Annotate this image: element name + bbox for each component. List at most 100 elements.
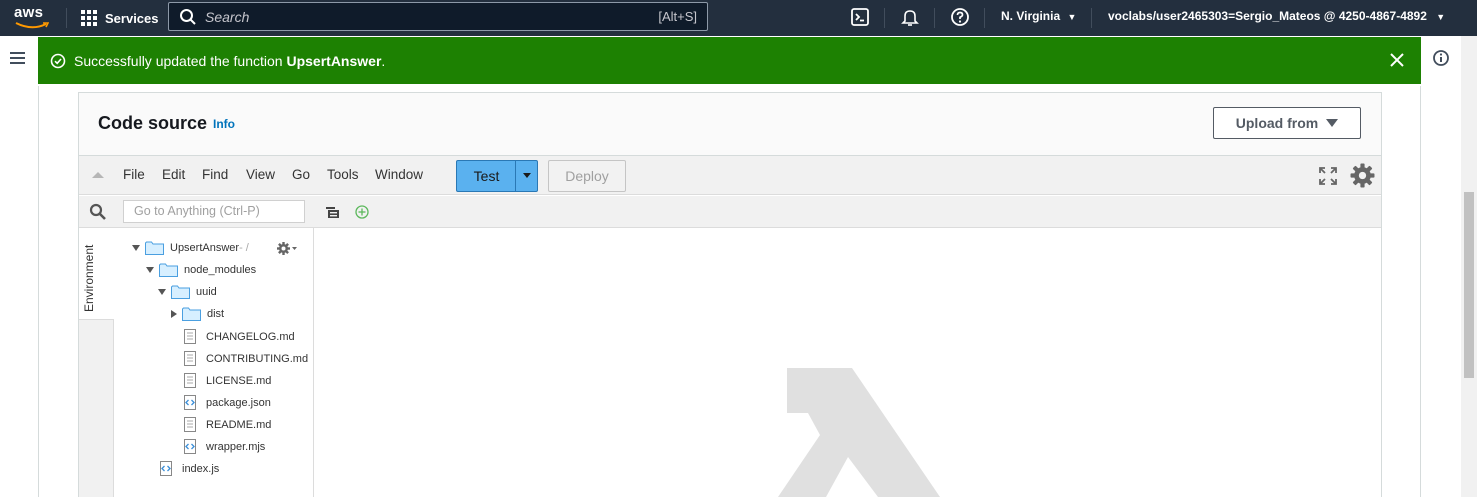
preferences-gear-icon[interactable] [1350, 163, 1375, 188]
tree-item-label: package.json [206, 396, 271, 409]
test-button-divider [515, 161, 516, 191]
search-shortcut: [Alt+S] [658, 9, 697, 24]
account-menu[interactable]: voclabs/user2465303=Sergio_Mateos @ 4250… [1108, 9, 1445, 23]
menu-view[interactable]: View [246, 167, 275, 182]
nav-divider [984, 8, 985, 28]
text-file-icon [184, 351, 196, 366]
services-grid-icon [81, 9, 98, 27]
tree-item-label: CHANGELOG.md [206, 330, 295, 343]
tree-item-node-modules[interactable]: node_modules [146, 263, 256, 277]
collapse-panel-icon[interactable] [92, 172, 104, 178]
menu-edit[interactable]: Edit [162, 167, 185, 182]
region-selector[interactable]: N. Virginia ▼ [1001, 9, 1076, 23]
tab-list-icon[interactable] [326, 207, 339, 218]
flash-message-prefix: Successfully updated the function [74, 52, 287, 69]
tree-item-label: dist [207, 308, 225, 320]
new-tab-plus-icon[interactable] [355, 205, 369, 219]
tree-item-label: CONTRIBUTING.md [206, 352, 309, 365]
services-menu-button[interactable]: Services [81, 8, 159, 28]
text-file-icon [184, 373, 196, 388]
side-nav-menu-icon[interactable] [10, 52, 25, 64]
cloudshell-icon[interactable] [850, 7, 870, 27]
fullscreen-icon[interactable] [1319, 167, 1337, 185]
code-file-icon [184, 439, 196, 454]
aws-smile-icon [15, 22, 49, 29]
folder-icon [159, 263, 178, 277]
flash-function-name: UpsertAnswer [286, 52, 382, 69]
success-flash-banner: Successfully updated the function Upsert… [38, 37, 1421, 84]
lambda-watermark-icon [778, 368, 940, 497]
aws-logo-text: aws [14, 4, 44, 21]
collapsed-arrow-icon[interactable] [171, 310, 177, 318]
tree-item-index-js[interactable]: index.js [160, 461, 219, 476]
tree-item-upsertanswer[interactable]: UpsertAnswer - / [132, 241, 249, 255]
success-check-icon [50, 53, 66, 68]
nav-divider [66, 8, 67, 28]
folder-icon [145, 241, 164, 255]
help-icon[interactable] [950, 7, 970, 27]
account-label: voclabs/user2465303=Sergio_Mateos @ 4250… [1108, 9, 1427, 23]
caret-down-icon [1326, 119, 1339, 127]
tree-item-label: LICENSE.md [206, 374, 272, 387]
tree-item-dist[interactable]: dist [171, 307, 224, 321]
text-file-icon [184, 417, 196, 432]
goto-anything-input[interactable]: Go to Anything (Ctrl-P) [123, 200, 305, 223]
editor-tab-bar [314, 196, 1381, 228]
text-file-icon [184, 329, 196, 344]
search-placeholder: Search [205, 8, 250, 25]
expand-arrow-icon[interactable] [158, 289, 166, 295]
tree-item-label: UpsertAnswer [170, 242, 240, 254]
code-file-icon [160, 461, 172, 476]
deploy-button[interactable]: Deploy [548, 160, 626, 192]
expand-arrow-icon[interactable] [146, 267, 154, 273]
menu-file[interactable]: File [123, 167, 145, 182]
code-file-icon [184, 395, 196, 410]
folder-icon [171, 285, 190, 299]
menu-window[interactable]: Window [375, 167, 423, 182]
tree-item-readme[interactable]: README.md [184, 417, 271, 432]
search-icon [180, 8, 196, 25]
tree-item-contributing[interactable]: CONTRIBUTING.md [184, 351, 308, 366]
menu-go[interactable]: Go [292, 167, 310, 182]
info-panel-icon[interactable] [1432, 49, 1450, 67]
search-input[interactable]: Search [Alt+S] [168, 2, 708, 31]
upload-from-label: Upload from [1235, 115, 1319, 131]
tree-item-wrapper-mjs[interactable]: wrapper.mjs [184, 439, 265, 454]
scrollbar-thumb[interactable] [1464, 192, 1474, 378]
chevron-down-icon: ▼ [1436, 12, 1446, 22]
flash-message-suffix: . [381, 52, 386, 69]
tree-item-label: uuid [196, 286, 217, 298]
chevron-down-icon: ▼ [1067, 12, 1077, 22]
test-button-label: Test [473, 168, 500, 184]
tree-item-package-json[interactable]: package.json [184, 395, 271, 410]
nav-divider [934, 8, 935, 28]
menu-find[interactable]: Find [202, 167, 228, 182]
tree-item-changelog[interactable]: CHANGELOG.md [184, 329, 295, 344]
info-link[interactable]: Info [213, 117, 235, 131]
expand-arrow-icon[interactable] [132, 245, 140, 251]
top-nav-bar: aws Services Search [Alt+S] N. Virginia … [0, 0, 1477, 36]
code-source-title: Code source [98, 113, 208, 133]
tree-item-license[interactable]: LICENSE.md [184, 373, 271, 388]
tree-item-label: node_modules [184, 264, 257, 276]
nav-divider [884, 8, 885, 28]
environment-tab-label: Environment [82, 244, 96, 312]
region-label: N. Virginia [1001, 9, 1061, 23]
flash-message: Successfully updated the function Upsert… [74, 53, 385, 69]
upload-from-button[interactable]: Upload from [1213, 107, 1361, 139]
services-label: Services [105, 10, 159, 26]
tree-item-label: wrapper.mjs [206, 440, 266, 453]
menu-tools[interactable]: Tools [327, 167, 359, 182]
test-button[interactable]: Test [456, 160, 538, 192]
test-dropdown-caret-icon[interactable] [523, 173, 531, 178]
aws-logo[interactable]: aws [14, 4, 52, 30]
tree-item-label: README.md [206, 418, 272, 431]
nav-divider [1091, 8, 1092, 28]
tree-item-uuid[interactable]: uuid [158, 285, 217, 299]
notifications-icon[interactable] [900, 7, 920, 27]
tree-settings-gear-icon[interactable] [276, 241, 298, 256]
close-icon[interactable] [1389, 52, 1405, 68]
folder-icon [182, 307, 201, 321]
tree-item-label: index.js [182, 462, 220, 475]
tree-item-path: - / [239, 242, 249, 254]
